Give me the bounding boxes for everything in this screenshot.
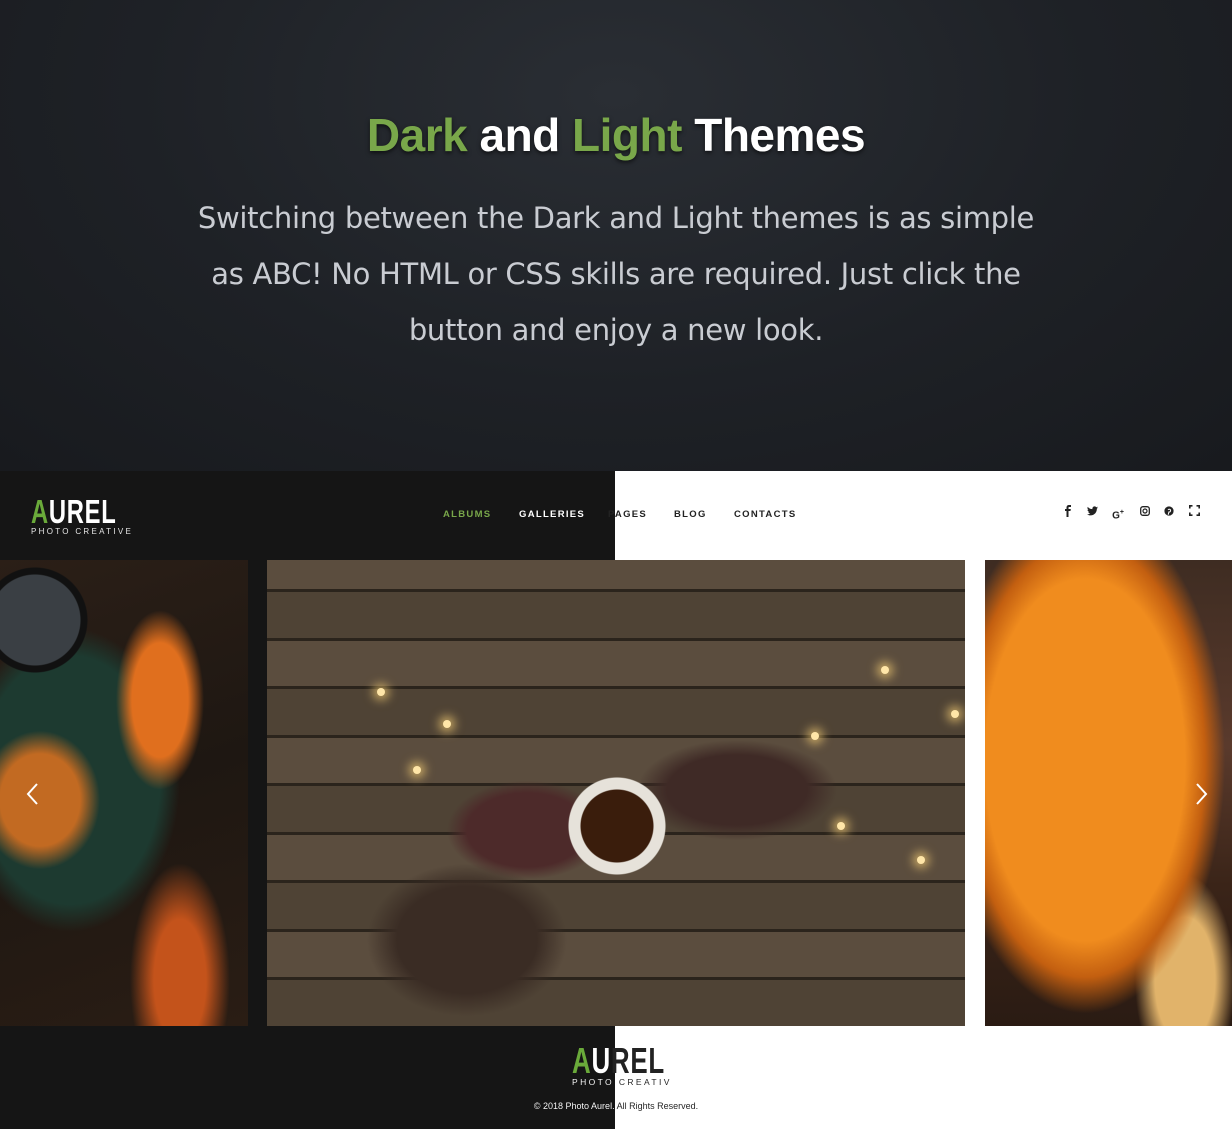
google-plus-icon[interactable]: G+ xyxy=(1110,505,1126,521)
facebook-icon[interactable] xyxy=(1060,505,1076,521)
footer-logo-wordmark: AUREL xyxy=(572,1040,664,1081)
chevron-right-icon[interactable] xyxy=(1192,782,1210,806)
footer-logo-first-letter: A xyxy=(572,1040,592,1081)
hero-title: Dark and Light Themes xyxy=(0,108,1232,162)
logo-rest: UREL xyxy=(48,493,117,530)
fairy-light xyxy=(377,688,385,696)
fairy-light xyxy=(443,720,451,728)
fairy-light xyxy=(881,666,889,674)
title-word-and: and xyxy=(467,109,573,161)
theme-demo: AUREL PHOTO CREATIVE ALBUMS GALLERIES PA… xyxy=(0,471,1232,1129)
slide-current[interactable] xyxy=(267,560,965,1026)
fullscreen-icon[interactable] xyxy=(1186,505,1202,521)
copyright-line: © 2018 Photo Aurel. All Rights Reserved. xyxy=(0,1101,1232,1111)
fairy-light xyxy=(413,766,421,774)
pinterest-icon[interactable] xyxy=(1161,505,1177,521)
title-word-themes: Themes xyxy=(681,109,866,161)
chevron-left-icon[interactable] xyxy=(24,782,42,806)
fairy-light xyxy=(837,822,845,830)
logo-first-letter: A xyxy=(31,493,49,530)
copyright-text: © 2018 Photo Aurel. All Rights Reserved. xyxy=(533,1101,699,1111)
nav-item-contacts[interactable]: CONTACTS xyxy=(734,509,796,520)
logo-wordmark: AUREL xyxy=(31,493,116,530)
title-word-dark: Dark xyxy=(366,109,468,161)
footer-logo-rest: UREL xyxy=(591,1040,665,1081)
title-word-light: Light xyxy=(572,109,682,161)
fairy-light xyxy=(951,710,959,718)
hero-description: Switching between the Dark and Light the… xyxy=(197,201,1035,347)
nav-item-pages[interactable]: PAGES xyxy=(608,509,647,520)
photo-slider xyxy=(0,560,1232,1026)
nav-item-albums[interactable]: ALBUMS xyxy=(443,509,491,520)
nav-item-galleries[interactable]: GALLERIES xyxy=(519,509,585,520)
site-logo[interactable]: AUREL PHOTO CREATIVE xyxy=(31,493,131,537)
footer-logo[interactable]: AUREL PHOTO CREATIVE xyxy=(572,1040,678,1088)
fairy-light xyxy=(811,732,819,740)
fairy-light xyxy=(917,856,925,864)
instagram-icon[interactable] xyxy=(1137,505,1153,521)
nav-item-blog[interactable]: BLOG xyxy=(674,509,707,520)
hero-section: Dark and Light Themes Switching between … xyxy=(0,0,1232,471)
twitter-icon[interactable] xyxy=(1084,505,1100,521)
